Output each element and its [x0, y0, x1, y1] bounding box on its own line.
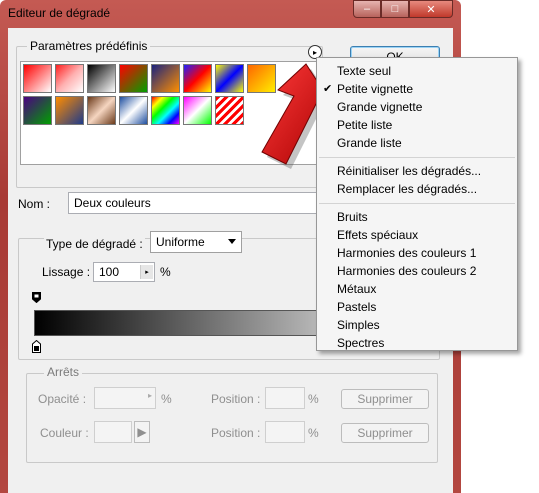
stops-group — [26, 373, 438, 463]
gradient-type-select[interactable]: Uniforme — [150, 231, 242, 253]
presets-label: Paramètres prédéfinis — [27, 39, 151, 53]
play-arrow-icon: ▸ — [312, 47, 317, 57]
close-button[interactable]: ✕ — [409, 0, 453, 18]
opacity-input: ▸ — [94, 387, 156, 409]
check-icon: ✔ — [323, 83, 333, 95]
smoothness-input[interactable]: 100 ▸ — [93, 262, 155, 282]
opacity-unit: % — [161, 392, 172, 406]
menu-separator — [319, 157, 515, 158]
gradient-preset-swatch[interactable] — [23, 64, 52, 93]
menu-item[interactable]: Remplacer les dégradés... — [337, 182, 477, 196]
color-position-input — [265, 421, 305, 443]
gradient-preset-swatch[interactable] — [119, 96, 148, 125]
delete-color-stop-button: Supprimer — [341, 423, 429, 443]
menu-item[interactable]: Réinitialiser les dégradés... — [337, 164, 481, 178]
smoothness-value: 100 — [99, 265, 120, 279]
window-controls: – □ ✕ — [353, 0, 453, 18]
gradient-preset-swatch[interactable] — [215, 64, 244, 93]
stops-title: Arrêts — [44, 365, 83, 379]
menu-item[interactable]: Pastels — [337, 300, 376, 314]
opacity-position-unit: % — [308, 392, 319, 406]
menu-item[interactable]: Petite liste — [337, 118, 392, 132]
menu-item[interactable]: Grande vignette — [337, 100, 422, 114]
stepper-arrow-icon: ▸ — [147, 391, 152, 400]
color-stop-left[interactable] — [32, 340, 41, 353]
menu-item[interactable]: Effets spéciaux — [337, 228, 418, 242]
color-position-unit: % — [308, 426, 319, 440]
menu-item[interactable]: Bruits — [337, 210, 368, 224]
color-swatch — [94, 421, 132, 443]
opacity-position-input — [265, 387, 305, 409]
opacity-position-label: Position : — [211, 392, 261, 406]
window-title: Editeur de dégradé — [8, 6, 111, 20]
gradient-preset-swatch[interactable] — [23, 96, 52, 125]
name-label: Nom : — [18, 197, 51, 211]
delete-opacity-stop-button: Supprimer — [341, 389, 429, 409]
gradient-preset-swatch[interactable] — [151, 64, 180, 93]
gradient-preset-swatch[interactable] — [183, 64, 212, 93]
gradient-type-value: Uniforme — [156, 235, 205, 249]
name-input[interactable]: Deux couleurs — [68, 192, 338, 214]
gradient-preset-swatch[interactable] — [215, 96, 244, 125]
chevron-down-icon — [228, 239, 236, 244]
menu-item[interactable]: Petite vignette — [337, 82, 413, 96]
menu-item[interactable]: Harmonies des couleurs 2 — [337, 264, 476, 278]
color-label: Couleur : — [40, 426, 89, 440]
menu-item[interactable]: Simples — [337, 318, 380, 332]
gradient-preset-swatch[interactable] — [151, 96, 180, 125]
gradient-preset-swatch[interactable] — [87, 64, 116, 93]
gradient-preset-swatch[interactable] — [119, 64, 148, 93]
menu-item[interactable]: Harmonies des couleurs 1 — [337, 246, 476, 260]
opacity-stop-left[interactable] — [32, 292, 41, 303]
maximize-button[interactable]: □ — [381, 0, 409, 18]
menu-item[interactable]: Grande liste — [337, 136, 402, 150]
color-picker-arrow-icon: ▶ — [134, 421, 150, 443]
gradient-preset-swatch[interactable] — [55, 64, 84, 93]
smoothness-unit: % — [160, 265, 171, 279]
gradient-preset-swatch[interactable] — [183, 96, 212, 125]
menu-separator — [319, 203, 515, 204]
stepper-arrow-icon[interactable]: ▸ — [140, 265, 153, 279]
gradient-preset-swatch[interactable] — [87, 96, 116, 125]
menu-item[interactable]: Texte seul — [337, 64, 391, 78]
minimize-button[interactable]: – — [353, 0, 381, 18]
gradient-type-label: Type de dégradé : — [44, 237, 145, 251]
color-position-label: Position : — [211, 426, 261, 440]
presets-context-menu: Texte seul ✔ Petite vignette Grande vignett… — [316, 57, 518, 351]
gradient-preset-swatch[interactable] — [55, 96, 84, 125]
opacity-label: Opacité : — [38, 392, 87, 406]
smoothness-label: Lissage : — [42, 265, 91, 279]
menu-item[interactable]: Spectres — [337, 336, 384, 350]
menu-item[interactable]: Métaux — [337, 282, 376, 296]
